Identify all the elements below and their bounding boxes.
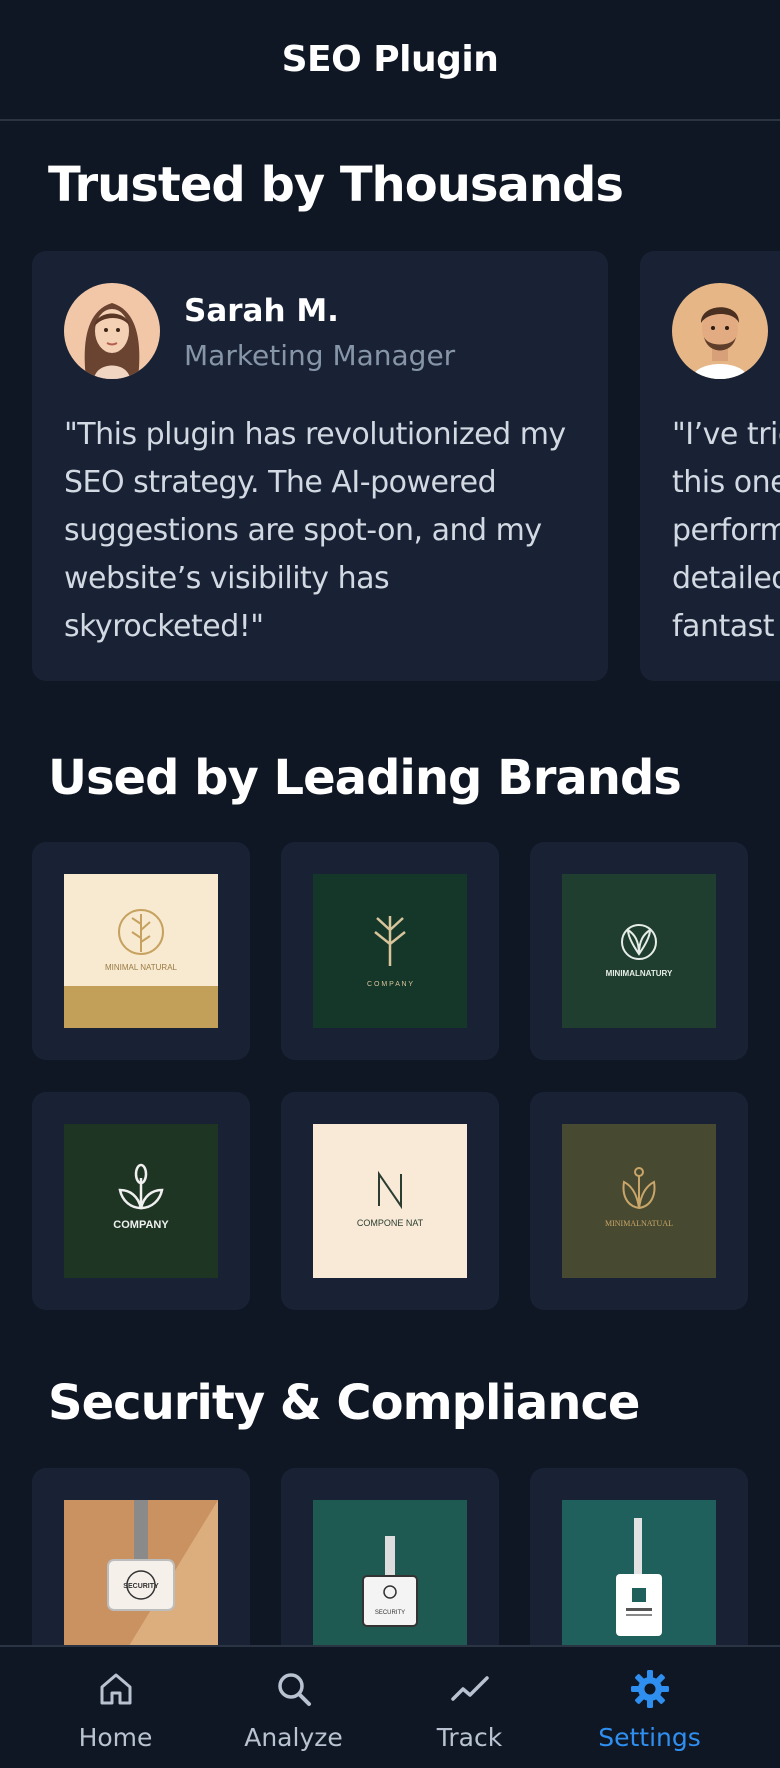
testimonial-author-name: Sarah M. xyxy=(184,293,339,329)
testimonial-quote: "I’ve trie this one perform detailed fan… xyxy=(672,417,780,644)
brand-logo-text: C O M P A N Y xyxy=(367,981,413,988)
testimonial-author-role: Marketing Manager xyxy=(184,339,456,372)
main-scroll-area[interactable]: Trusted by Thousands Sarah M. Marketing … xyxy=(0,123,780,1645)
avatar xyxy=(672,283,768,379)
security-badge-image xyxy=(562,1500,716,1645)
tab-home[interactable]: Home xyxy=(18,1647,213,1768)
avatar xyxy=(64,283,160,379)
home-icon xyxy=(100,1673,132,1705)
tab-home-label: Home xyxy=(78,1723,153,1752)
brand-logo-card[interactable]: COMPANY xyxy=(32,1092,250,1310)
bottom-tab-bar: Home Analyze Track Settings xyxy=(0,1645,780,1768)
brand-logo-compone-nat: COMPONE NAT xyxy=(313,1124,467,1278)
brand-logo-card[interactable]: MINIMAL NATURAL xyxy=(32,842,250,1060)
gear-icon xyxy=(631,1670,669,1708)
testimonials-heading: Trusted by Thousands xyxy=(48,157,624,213)
brand-logo-card[interactable]: COMPONE NAT xyxy=(281,1092,499,1310)
brands-heading: Used by Leading Brands xyxy=(48,750,682,806)
brand-logo-text: COMPONE NAT xyxy=(357,1218,424,1228)
testimonial-quote: "This plugin has revolutionized my SEO s… xyxy=(64,417,566,644)
security-heading: Security & Compliance xyxy=(48,1375,640,1431)
brand-logo-minimalnatury: MINIMALNATURY xyxy=(562,874,716,1028)
man-avatar-icon xyxy=(672,283,768,379)
tab-analyze-label: Analyze xyxy=(244,1723,343,1752)
app-header: SEO Plugin xyxy=(0,0,780,121)
brand-logo-card[interactable]: C O M P A N Y xyxy=(281,842,499,1060)
security-badge-image: SECURITY xyxy=(64,1500,218,1645)
security-badge-card[interactable] xyxy=(530,1468,748,1645)
tab-track-label: Track xyxy=(436,1723,503,1752)
brand-logo-text: MINIMALNATUAL xyxy=(605,1219,673,1228)
brand-logo-minimal-natural: MINIMAL NATURAL xyxy=(64,874,218,1028)
tab-track[interactable]: Track xyxy=(372,1647,567,1768)
brand-logo-card[interactable]: MINIMALNATURY xyxy=(530,842,748,1060)
tab-settings-label: Settings xyxy=(598,1723,701,1752)
brand-logo-company-leaf: C O M P A N Y xyxy=(313,874,467,1028)
brand-logo-text: COMPANY xyxy=(113,1219,169,1231)
testimonial-card[interactable]: "I’ve trie this one perform detailed fan… xyxy=(640,251,780,681)
woman-avatar-icon xyxy=(64,283,160,379)
brand-logo-minimalnatual: MINIMALNATUAL xyxy=(562,1124,716,1278)
brand-logo-company-sprout: COMPANY xyxy=(64,1124,218,1278)
badge-text: SECURITY xyxy=(123,1583,159,1590)
search-icon xyxy=(278,1673,311,1706)
testimonials-carousel[interactable]: Sarah M. Marketing Manager "This plugin … xyxy=(32,251,780,683)
brand-logo-card[interactable]: MINIMALNATUAL xyxy=(530,1092,748,1310)
testimonial-card[interactable]: Sarah M. Marketing Manager "This plugin … xyxy=(32,251,608,681)
brand-logo-text: MINIMAL NATURAL xyxy=(105,963,178,972)
security-badge-card[interactable]: SECURITY xyxy=(32,1468,250,1645)
tab-settings[interactable]: Settings xyxy=(552,1647,747,1768)
page-title: SEO Plugin xyxy=(281,39,499,80)
security-badge-card[interactable]: SECURITY xyxy=(281,1468,499,1645)
brand-logo-text: MINIMALNATURY xyxy=(606,969,673,978)
badge-text: SECURITY xyxy=(375,1610,405,1616)
trend-line-icon xyxy=(451,1676,489,1701)
security-badge-image: SECURITY xyxy=(313,1500,467,1645)
tab-analyze[interactable]: Analyze xyxy=(196,1647,391,1768)
